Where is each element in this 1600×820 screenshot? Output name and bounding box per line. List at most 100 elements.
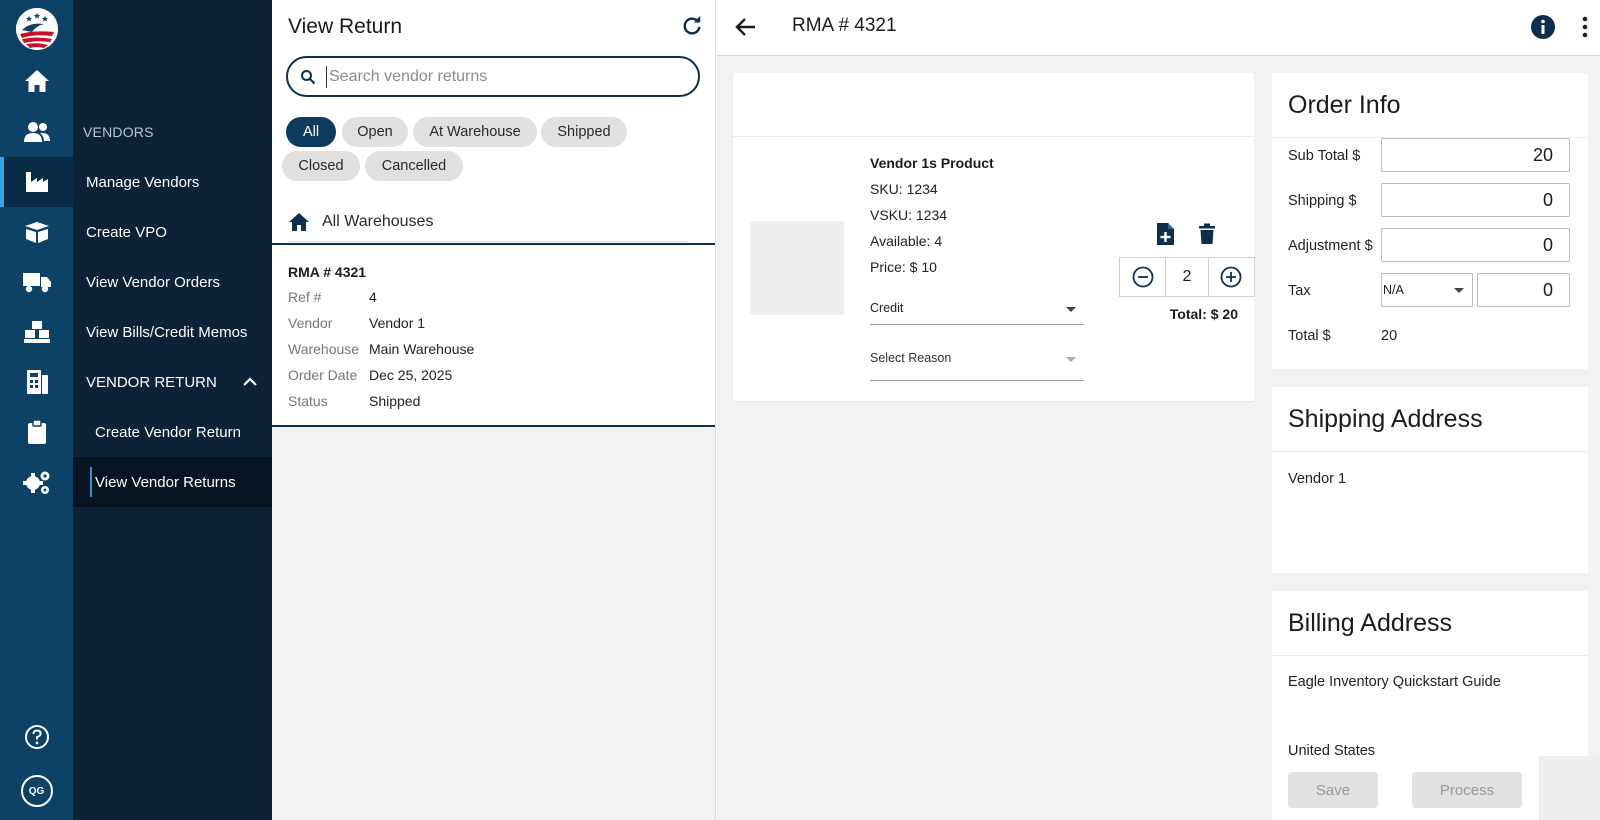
filter-chip-shipped[interactable]: Shipped <box>541 117 627 147</box>
card-row-vendor: Vendor Vendor 1 <box>288 315 425 331</box>
tax-field[interactable]: 0 <box>1477 273 1570 307</box>
search-box[interactable] <box>286 56 700 97</box>
shipping-label: Shipping $ <box>1288 193 1357 209</box>
add-note-icon[interactable] <box>1155 222 1175 246</box>
row-value: Shipped <box>369 393 421 409</box>
box-icon[interactable] <box>0 207 73 257</box>
nav-group-label: VENDOR RETURN <box>86 373 217 391</box>
nav-item-view-vendor-orders[interactable]: View Vendor Orders <box>73 257 272 307</box>
row-key: Ref # <box>288 289 322 305</box>
user-avatar[interactable]: QG <box>0 766 73 816</box>
product-available: Available: 4 <box>870 233 943 249</box>
return-detail: RMA # 4321 Vendor 1s Product SKU: 1234 V… <box>717 0 1600 820</box>
dropdown-caret-icon <box>1066 307 1076 312</box>
product-line-card: Vendor 1s Product SKU: 1234 VSKU: 1234 A… <box>733 73 1255 401</box>
icon-rail: QG <box>0 0 73 820</box>
save-button[interactable]: Save <box>1288 772 1378 808</box>
return-card[interactable]: RMA # 4321 Ref # 4 Vendor Vendor 1 Warehou… <box>272 243 715 427</box>
reason-placeholder: Select Reason <box>870 351 952 365</box>
card-row-warehouse: Warehouse Main Warehouse <box>288 341 474 357</box>
delete-icon[interactable] <box>1198 223 1216 245</box>
warehouse-icon[interactable] <box>0 307 73 357</box>
row-key: Order Date <box>288 367 358 383</box>
card-title: RMA # 4321 <box>288 264 367 280</box>
billing-address-line1: Eagle Inventory Quickstart Guide <box>1288 674 1501 690</box>
card-row-ref: Ref # 4 <box>288 289 377 305</box>
detail-title: RMA # 4321 <box>792 15 897 36</box>
nav-item-create-vpo[interactable]: Create VPO <box>73 207 272 257</box>
plus-circle-icon <box>1220 266 1242 288</box>
adjustment-label: Adjustment $ <box>1288 238 1373 254</box>
row-key: Vendor <box>288 315 333 331</box>
clipboard-icon[interactable] <box>0 407 73 457</box>
shipping-field[interactable]: 0 <box>1381 183 1570 217</box>
nav-item-view-vendor-returns[interactable]: View Vendor Returns <box>73 457 272 507</box>
dropdown-caret-icon <box>1066 357 1076 362</box>
users-icon[interactable] <box>0 107 73 157</box>
search-icon <box>301 70 316 85</box>
card-row-status: Status Shipped <box>288 393 420 409</box>
increment-button[interactable] <box>1209 258 1254 296</box>
filter-chip-at-warehouse[interactable]: At Warehouse <box>413 117 537 147</box>
shipping-address-title: Shipping Address <box>1288 405 1483 433</box>
sub-total-field[interactable]: 20 <box>1381 138 1570 172</box>
row-value: Vendor 1 <box>369 315 426 331</box>
help-icon[interactable] <box>0 712 73 762</box>
nav-item-manage-vendors[interactable]: Manage Vendors <box>73 157 272 207</box>
order-info-panel: Order Info Sub Total $ 20 Shipping $ 0 A… <box>1272 73 1588 369</box>
warehouse-selector[interactable]: All Warehouses <box>288 202 688 242</box>
filter-chip-all[interactable]: All <box>286 117 336 147</box>
shipping-address-line: Vendor 1 <box>1288 471 1347 487</box>
minus-circle-icon <box>1132 266 1154 288</box>
product-price: Price: $ 10 <box>870 259 937 275</box>
return-type-select[interactable]: Credit <box>870 301 1084 325</box>
quantity-stepper: 2 <box>1119 257 1255 297</box>
product-name: Vendor 1s Product <box>870 155 994 171</box>
sub-total-label: Sub Total $ <box>1288 148 1361 164</box>
adjustment-field[interactable]: 0 <box>1381 228 1570 262</box>
register-icon[interactable] <box>0 357 73 407</box>
vendor-nav: VENDORS Manage Vendors Create VPO View V… <box>73 0 272 820</box>
quantity-value[interactable]: 2 <box>1165 258 1209 296</box>
filter-chip-closed[interactable]: Closed <box>282 151 360 181</box>
returns-list-panel: View Return All Open At Warehouse Shippe… <box>272 0 716 820</box>
warehouse-label: All Warehouses <box>322 212 434 230</box>
decrement-button[interactable] <box>1120 258 1165 296</box>
home-icon[interactable] <box>0 56 73 106</box>
more-vert-icon[interactable] <box>1582 16 1588 38</box>
filter-chip-cancelled[interactable]: Cancelled <box>365 151 463 181</box>
tax-label: Tax <box>1288 283 1311 299</box>
factory-icon[interactable] <box>0 157 73 207</box>
back-arrow-icon[interactable] <box>735 16 757 38</box>
row-value: Dec 25, 2025 <box>369 367 453 383</box>
total-value: 20 <box>1381 328 1398 344</box>
refresh-icon[interactable] <box>681 15 703 37</box>
truck-icon[interactable] <box>0 257 73 307</box>
settings-icon[interactable] <box>0 457 73 507</box>
search-input[interactable] <box>326 66 686 88</box>
filter-chip-open[interactable]: Open <box>342 117 408 147</box>
logo-eagle[interactable] <box>16 8 58 50</box>
reason-select[interactable]: Select Reason <box>870 351 1084 381</box>
total-label: Total $ <box>1288 328 1331 344</box>
card-row-order-date: Order Date Dec 25, 2025 <box>288 367 452 383</box>
process-button[interactable]: Process <box>1412 772 1522 808</box>
nav-section-label: VENDORS <box>83 124 154 140</box>
product-image-placeholder <box>750 221 844 315</box>
order-info-title: Order Info <box>1288 91 1401 119</box>
page-title: View Return <box>288 15 403 38</box>
product-vsku: VSKU: 1234 <box>870 207 948 223</box>
avatar-initials: QG <box>20 775 53 807</box>
dropdown-caret-icon <box>1454 288 1464 293</box>
billing-address-line2: United States <box>1288 743 1376 759</box>
row-value: 4 <box>369 289 377 305</box>
nav-item-bills-credit-memos[interactable]: View Bills/Credit Memos <box>73 307 272 357</box>
nav-item-create-vendor-return[interactable]: Create Vendor Return <box>73 407 272 457</box>
detail-header: RMA # 4321 <box>717 0 1600 56</box>
tax-type-select[interactable]: N/A <box>1381 273 1473 307</box>
info-icon[interactable] <box>1530 14 1556 40</box>
row-key: Status <box>288 393 328 409</box>
shipping-address-panel: Shipping Address Vendor 1 <box>1272 387 1588 573</box>
nav-group-vendor-return[interactable]: VENDOR RETURN <box>73 357 272 407</box>
row-key: Warehouse <box>288 341 360 357</box>
